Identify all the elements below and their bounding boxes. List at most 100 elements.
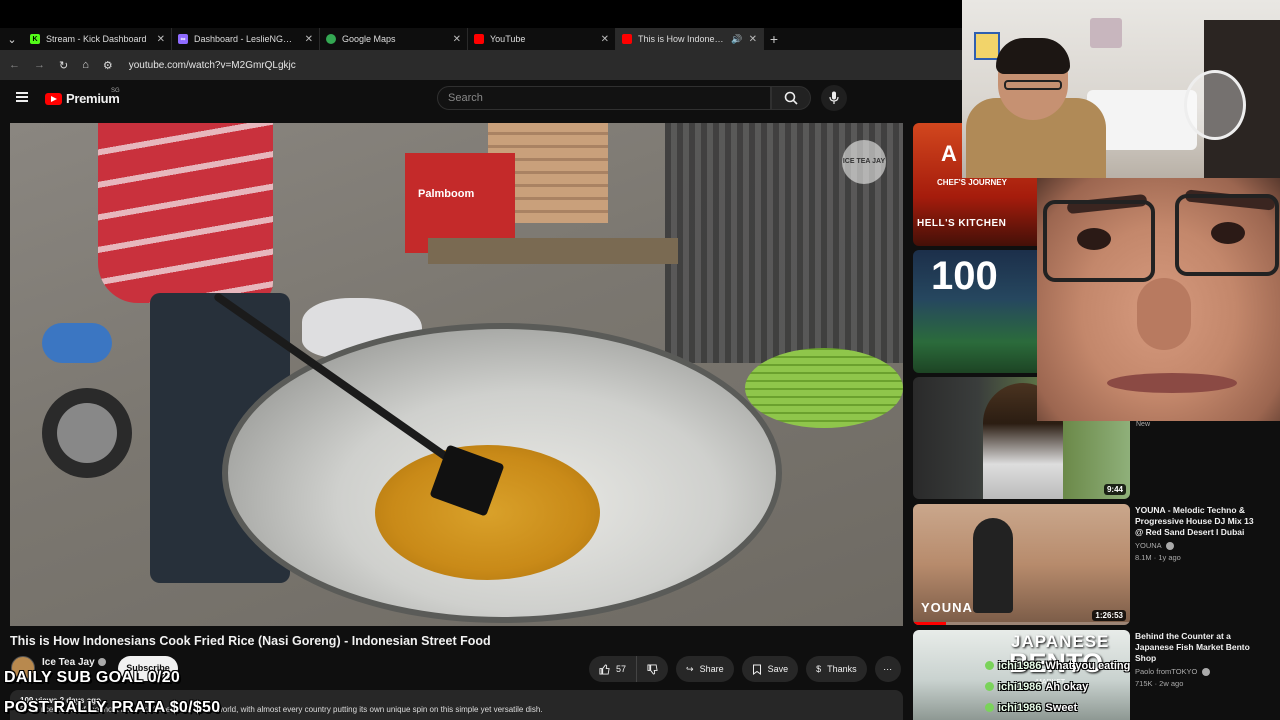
youtube-header: Premium SG Search [0, 80, 962, 118]
watch-progress-fill [913, 622, 946, 625]
user-badge-icon [985, 703, 994, 712]
nose [1137, 278, 1191, 350]
video-player[interactable]: Palmboom ICE TEA JAY [10, 123, 903, 626]
chat-username: ichi1986 [998, 659, 1042, 672]
screen: ⌄ K Stream - Kick Dashboard ✕ ∞ Dashboar… [0, 0, 1280, 720]
tab-title: This is How Indonesians Co [638, 34, 725, 44]
channel-watermark[interactable]: ICE TEA JAY [842, 140, 886, 184]
rec-channel: Paolo fromTOKYO [1135, 667, 1263, 677]
tab-kick-dashboard[interactable]: K Stream - Kick Dashboard ✕ [24, 28, 172, 50]
tab-title: YouTube [490, 34, 526, 44]
thumb-text: 100 [931, 254, 998, 298]
close-icon[interactable]: ✕ [749, 34, 757, 45]
rec-title[interactable]: YOUNA - Melodic Techno & Progressive Hou… [1135, 505, 1263, 538]
menu-icon[interactable] [16, 92, 28, 102]
microphone-icon [829, 91, 839, 104]
search-button[interactable] [771, 86, 811, 110]
rec-thumbnail-4[interactable]: YOUNA 1:26:53 [913, 504, 1130, 625]
chat-message: ichi1986 What you eating [985, 655, 1145, 676]
forward-icon[interactable]: → [34, 59, 45, 71]
address-bar: ← → ↻ ⌂ ⚙ youtube.com/watch?v=M2GmrQLgkj… [0, 50, 962, 80]
chat-text: Sweet [1045, 701, 1078, 714]
sub-goal-overlay: DAILY SUB GOAL 0/20 [4, 669, 181, 686]
thumb-badge: HELL'S KITCHEN [917, 218, 1007, 229]
share-icon: ↪ [686, 663, 694, 674]
webcam-face-closeup [1037, 178, 1280, 421]
video-title: This is How Indonesians Cook Fried Rice … [10, 634, 491, 648]
rec-title[interactable]: Behind the Counter at a Japanese Fish Ma… [1135, 631, 1263, 664]
tab-current-video[interactable]: This is How Indonesians Co 🔊 ✕ [616, 28, 764, 50]
close-icon[interactable]: ✕ [157, 34, 165, 45]
tab-youtube[interactable]: YouTube ✕ [468, 28, 616, 50]
home-icon[interactable]: ⌂ [82, 59, 89, 71]
save-button[interactable]: Save [741, 656, 799, 682]
chat-username: ichi1986 [998, 701, 1042, 714]
voice-search-button[interactable] [821, 85, 847, 111]
like-dislike-group: 57 [589, 656, 669, 682]
dislike-button[interactable] [637, 656, 669, 682]
youtube-logo[interactable]: Premium SG [45, 88, 120, 106]
like-button[interactable]: 57 [589, 656, 638, 682]
youtube-play-icon [45, 92, 62, 105]
country-code: SG [111, 88, 120, 94]
share-label: Share [699, 664, 724, 674]
new-tab-button[interactable]: + [764, 31, 784, 47]
verified-icon [97, 658, 106, 667]
video-actions: 57 ↪ Share Save $ Thanks ⋯ [589, 656, 901, 682]
rec-info-4[interactable]: YOUNA - Melodic Techno & Progressive Hou… [1135, 505, 1263, 562]
site-info-icon[interactable]: ⚙ [103, 59, 113, 72]
tab-search-icon[interactable]: ⌄ [0, 33, 24, 46]
video-duration: 9:44 [1103, 484, 1126, 495]
close-icon[interactable]: ✕ [601, 34, 609, 45]
mouth [1107, 373, 1237, 393]
close-icon[interactable]: ✕ [453, 34, 461, 45]
tab-title: Google Maps [342, 34, 396, 44]
reload-icon[interactable]: ↻ [59, 59, 68, 72]
wall-logo-sign [1090, 18, 1122, 48]
thumb-subtext: CHEF'S JOURNEY [937, 178, 1007, 187]
close-icon[interactable]: ✕ [305, 34, 313, 45]
partial-text: New [1136, 421, 1151, 428]
verified-icon [1202, 668, 1211, 677]
url-field[interactable]: youtube.com/watch?v=M2GmrQLgkjc [129, 60, 296, 71]
share-button[interactable]: ↪ Share [676, 656, 734, 682]
kick-icon: K [30, 34, 40, 44]
more-actions-button[interactable]: ⋯ [874, 656, 901, 682]
sync-icon: ∞ [178, 34, 188, 44]
streamer-hair [996, 38, 1070, 74]
verified-icon [1166, 542, 1175, 551]
chat-message: ichi1986 Ah okay [985, 676, 1145, 697]
streamer-glasses [1004, 80, 1062, 90]
back-icon[interactable]: ← [9, 59, 20, 71]
speaker-icon[interactable]: 🔊 [731, 34, 742, 45]
tab-strip: ⌄ K Stream - Kick Dashboard ✕ ∞ Dashboar… [0, 28, 962, 50]
rec-meta: 8.1M · 1y ago [1135, 553, 1181, 563]
channel-name[interactable]: Ice Tea Jay [42, 657, 95, 668]
rec-info-3-partial: New [1130, 421, 1280, 505]
search-icon [784, 91, 798, 105]
rec-info-5[interactable]: Behind the Counter at a Japanese Fish Ma… [1135, 631, 1263, 688]
thumb-person [973, 518, 1013, 613]
more-icon: ⋯ [883, 663, 893, 674]
rec-channel: YOUNA [1135, 541, 1263, 551]
thanks-label: Thanks [827, 664, 857, 674]
chat-message: ichi1986 Sweet [985, 697, 1145, 718]
tab-google-maps[interactable]: Google Maps ✕ [320, 28, 468, 50]
tab-title: Stream - Kick Dashboard [46, 34, 147, 44]
rec-meta: 715K · 2w ago [1135, 679, 1184, 689]
rec-channel-name[interactable]: YOUNA [1135, 541, 1161, 550]
thumbs-up-icon [599, 663, 610, 675]
chat-text: What you eating [1045, 659, 1131, 672]
thanks-icon: $ [816, 664, 822, 674]
tab-sync-dashboard[interactable]: ∞ Dashboard - LeslieNGGG - Syn ✕ [172, 28, 320, 50]
thanks-button[interactable]: $ Thanks [806, 656, 867, 682]
channel-name-row[interactable]: Ice Tea Jay [42, 657, 106, 668]
video-duration: 1:26:53 [1092, 610, 1126, 621]
webcam-room-view [962, 0, 1280, 178]
bookmark-icon [752, 664, 761, 675]
glasses-lens-right [1175, 194, 1279, 276]
chat-text: Ah okay [1045, 680, 1089, 693]
youtube-icon [622, 34, 632, 44]
video-box-label: Palmboom [418, 188, 475, 200]
search-input[interactable]: Search [437, 86, 771, 110]
